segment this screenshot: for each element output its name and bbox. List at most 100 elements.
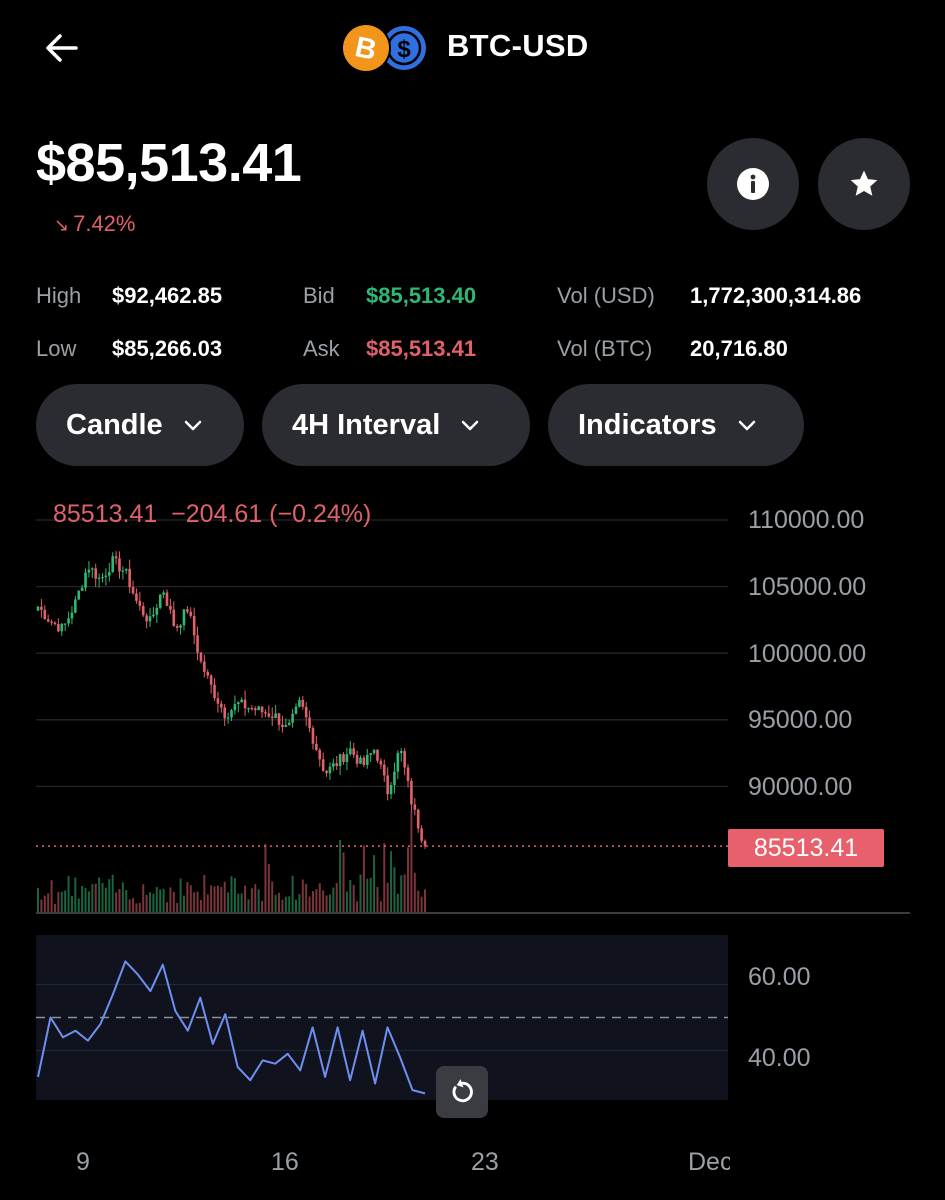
volume-bar <box>400 875 403 912</box>
candle-body <box>209 675 213 685</box>
candle-body <box>148 616 152 622</box>
volume-bar <box>393 867 396 912</box>
candle-body <box>77 590 81 600</box>
candle-body <box>91 568 94 570</box>
candle-body <box>342 754 345 763</box>
high-label: High <box>36 283 82 308</box>
volume-bar <box>179 878 182 912</box>
bitcoin-icon: B <box>341 23 391 73</box>
indicators-dropdown[interactable]: Indicators <box>548 384 804 466</box>
volume-bar <box>257 889 260 912</box>
volume-bar <box>264 843 267 912</box>
volume-bar <box>108 879 111 912</box>
volume-bar <box>271 881 274 912</box>
volume-bar <box>145 894 148 912</box>
candle-body <box>53 622 57 625</box>
volume-bar <box>386 882 389 912</box>
candle-body <box>298 699 301 707</box>
candle-body <box>128 568 131 588</box>
candle-body <box>359 757 362 764</box>
candle-body <box>36 606 40 611</box>
volume-bar <box>87 891 90 912</box>
candle-body <box>301 699 305 707</box>
interval-dropdown[interactable]: 4H Interval <box>262 384 530 466</box>
volume-bar <box>288 896 291 912</box>
rsi-axis-label: 40.00 <box>748 1044 811 1072</box>
favorite-button[interactable] <box>818 138 910 230</box>
volume-bar <box>335 882 338 912</box>
volume-bar <box>216 885 219 912</box>
candle-body <box>403 751 406 768</box>
candle-body <box>291 713 294 723</box>
x-axis-label: 16 <box>271 1148 299 1176</box>
candle-body <box>393 771 396 786</box>
volume-bar <box>43 895 46 912</box>
candle-body <box>311 727 315 744</box>
candle-body <box>399 751 403 754</box>
volume-bar <box>115 892 118 912</box>
candle-body <box>43 609 47 620</box>
candle-body <box>365 754 369 765</box>
candle-body <box>345 754 349 763</box>
indicators-label: Indicators <box>578 408 717 441</box>
volume-bar <box>227 892 230 912</box>
volume-bar <box>413 872 416 912</box>
candle-body <box>267 713 271 717</box>
volume-bar <box>166 902 168 912</box>
candle-body <box>304 706 308 718</box>
volume-bar <box>206 894 209 912</box>
volume-bar <box>101 882 104 912</box>
volume-bar <box>362 845 365 912</box>
candle-body <box>389 785 393 795</box>
back-button[interactable] <box>40 26 84 70</box>
candle-body <box>362 757 366 765</box>
reset-zoom-button[interactable] <box>436 1066 488 1118</box>
info-icon <box>737 168 769 200</box>
volume-bar <box>81 885 84 912</box>
candle-body <box>264 712 267 714</box>
chart-type-dropdown[interactable]: Candle <box>36 384 244 466</box>
current-price: $85,513.41 <box>36 133 302 193</box>
high-value: $92,462.85 <box>112 283 223 308</box>
low-label: Low <box>36 336 77 361</box>
candle-body <box>270 716 274 719</box>
volume-bar <box>162 888 165 912</box>
candle-body <box>382 764 386 776</box>
volume-bar <box>274 894 277 912</box>
current-price-tag: 85513.41 <box>728 829 884 867</box>
volume-bar <box>53 903 56 912</box>
candle-body <box>135 593 138 601</box>
volume-bar <box>356 901 359 912</box>
volume-bar <box>155 886 158 912</box>
volume-bar <box>47 893 50 912</box>
candle-body <box>40 606 43 610</box>
candle-body <box>236 702 240 705</box>
volume-bar <box>379 901 382 912</box>
y-axis-label: 95000.00 <box>748 706 853 734</box>
volume-bar <box>64 890 67 912</box>
candle-body <box>158 594 162 608</box>
candle-body <box>104 575 108 577</box>
candle-body <box>80 587 84 591</box>
candle-body <box>107 572 111 576</box>
candle-body <box>406 767 410 781</box>
candle-body <box>50 621 53 623</box>
volume-bar <box>223 881 226 912</box>
pair-icons: $ B <box>340 22 432 74</box>
ohlc-readout: 85513.41 −204.61 (−0.24%) <box>53 500 372 528</box>
volume-bar <box>247 899 250 912</box>
interval-label: 4H Interval <box>292 408 441 441</box>
volume-bar <box>403 874 406 912</box>
volume-bar <box>322 890 325 912</box>
volume-bar <box>420 896 423 912</box>
candle-body <box>67 618 70 624</box>
candle-body <box>318 749 322 760</box>
rsi-axis-label: 60.00 <box>748 963 811 991</box>
info-button[interactable] <box>707 138 799 230</box>
volume-bar <box>352 885 355 912</box>
volume-bar <box>315 889 318 912</box>
candle-body <box>121 570 125 572</box>
volume-bar <box>240 893 243 912</box>
candle-body <box>335 763 339 766</box>
candle-body <box>60 623 64 632</box>
